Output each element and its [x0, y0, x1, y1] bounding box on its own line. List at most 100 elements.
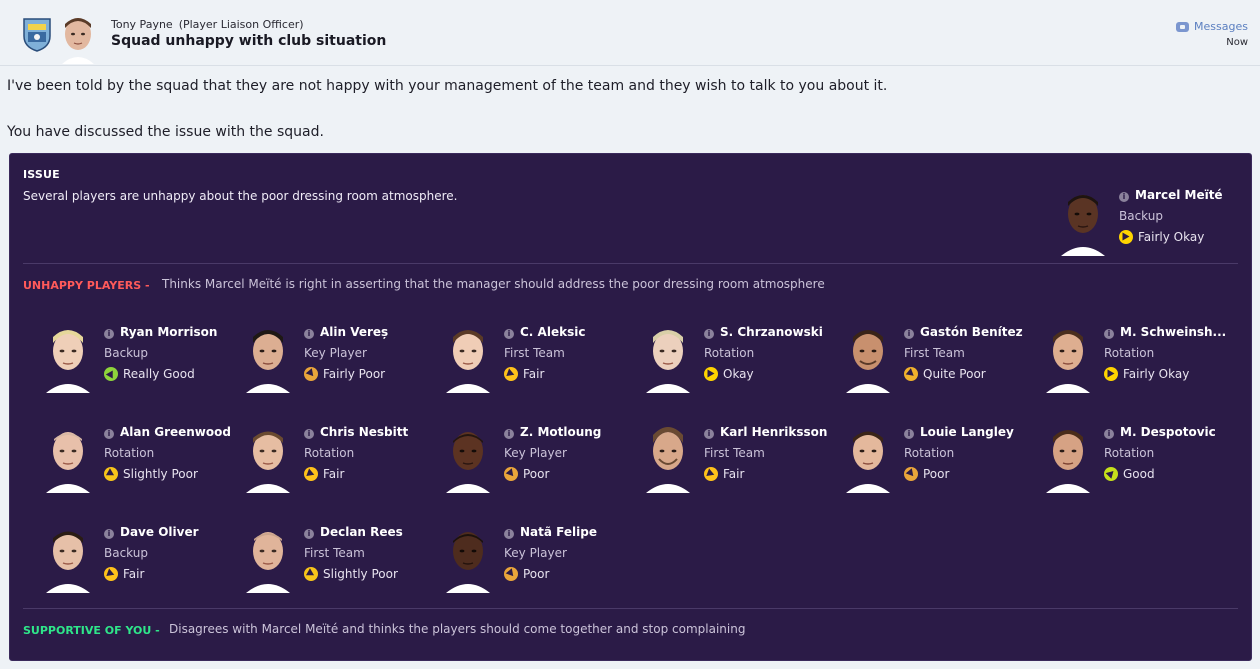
player-card[interactable]: i Declan Rees First Team Slightly Poor	[238, 521, 428, 593]
player-role: Rotation	[304, 446, 355, 460]
player-name[interactable]: Karl Henriksson	[720, 425, 827, 439]
player-info-icon[interactable]: i	[304, 329, 314, 339]
mood-icon	[104, 467, 118, 481]
player-card[interactable]: i C. Aleksic First Team Fair	[438, 321, 628, 393]
player-name[interactable]: Gastón Benítez	[920, 325, 1023, 339]
player-role: Backup	[104, 346, 148, 360]
issue-panel: ISSUE Several players are unhappy about …	[9, 153, 1252, 661]
player-info-icon[interactable]: i	[304, 429, 314, 439]
player-card[interactable]: i Dave Oliver Backup Fair	[38, 521, 228, 593]
player-face-icon[interactable]	[238, 321, 298, 393]
sender-name[interactable]: Tony Payne	[111, 18, 173, 31]
sender-face-icon[interactable]	[56, 12, 100, 64]
lead-player-card[interactable]: i Marcel Meïté Backup Fairly Okay	[1053, 184, 1243, 256]
player-name[interactable]: M. Schweinsh...	[1120, 325, 1226, 339]
mood-icon	[304, 567, 318, 581]
player-card[interactable]: i M. Schweinsh... Rotation Fairly Okay	[1038, 321, 1228, 393]
player-face-icon[interactable]	[1053, 184, 1113, 256]
player-mood: Poor	[904, 467, 949, 481]
mood-icon	[104, 567, 118, 581]
message-time: Now	[1226, 37, 1248, 48]
player-card[interactable]: i Gastón Benítez First Team Quite Poor	[838, 321, 1028, 393]
player-name[interactable]: Marcel Meïté	[1135, 188, 1223, 202]
player-info-icon[interactable]: i	[1104, 429, 1114, 439]
player-face-icon[interactable]	[438, 421, 498, 493]
player-card[interactable]: i Alan Greenwood Rotation Slightly Poor	[38, 421, 231, 493]
player-info-icon[interactable]: i	[104, 329, 114, 339]
player-card[interactable]: i Z. Motloung Key Player Poor	[438, 421, 628, 493]
messages-icon	[1176, 21, 1190, 32]
player-name[interactable]: Dave Oliver	[120, 525, 199, 539]
player-card[interactable]: i Natã Felipe Key Player Poor	[438, 521, 628, 593]
player-mood-label: Fair	[723, 467, 745, 481]
player-face-icon[interactable]	[838, 321, 898, 393]
player-face-icon[interactable]	[1038, 321, 1098, 393]
player-role: Key Player	[504, 546, 567, 560]
player-name[interactable]: S. Chrzanowski	[720, 325, 823, 339]
player-info-icon[interactable]: i	[504, 529, 514, 539]
player-face-icon[interactable]	[38, 321, 98, 393]
player-info-icon[interactable]: i	[504, 429, 514, 439]
player-info-icon[interactable]: i	[904, 329, 914, 339]
player-face-icon[interactable]	[238, 421, 298, 493]
player-card[interactable]: i Louie Langley Rotation Poor	[838, 421, 1028, 493]
player-face-icon[interactable]	[238, 521, 298, 593]
player-mood-label: Slightly Poor	[123, 467, 198, 481]
player-name[interactable]: Natã Felipe	[520, 525, 597, 539]
player-role: Rotation	[104, 446, 155, 460]
player-info-icon[interactable]: i	[704, 429, 714, 439]
player-mood: Good	[1104, 467, 1155, 481]
player-mood: Fair	[304, 467, 344, 481]
player-card[interactable]: i Chris Nesbitt Rotation Fair	[238, 421, 428, 493]
player-name[interactable]: C. Aleksic	[520, 325, 585, 339]
player-face-icon[interactable]	[438, 521, 498, 593]
player-mood-label: Poor	[523, 567, 550, 581]
club-crest-icon[interactable]	[22, 16, 52, 52]
message-body-line-2: You have discussed the issue with the sq…	[7, 124, 324, 140]
player-mood: Poor	[504, 467, 549, 481]
player-role: Rotation	[904, 446, 955, 460]
mood-icon	[504, 467, 518, 481]
player-card[interactable]: i Alin Vereș Key Player Fairly Poor	[238, 321, 428, 393]
player-face-icon[interactable]	[638, 321, 698, 393]
player-info-icon[interactable]: i	[104, 529, 114, 539]
messages-link[interactable]: Messages	[1176, 20, 1248, 33]
player-card[interactable]: i M. Despotovic Rotation Good	[1038, 421, 1228, 493]
player-card[interactable]: i Ryan Morrison Backup Really Good	[38, 321, 228, 393]
player-info-icon[interactable]: i	[1104, 329, 1114, 339]
player-info-icon[interactable]: i	[904, 429, 914, 439]
player-info-icon[interactable]: i	[504, 329, 514, 339]
player-name[interactable]: M. Despotovic	[1120, 425, 1216, 439]
player-info-icon[interactable]: i	[304, 529, 314, 539]
mood-icon	[1104, 467, 1118, 481]
player-mood-label: Good	[1123, 467, 1155, 481]
player-name[interactable]: Z. Motloung	[520, 425, 601, 439]
player-mood-label: Really Good	[123, 367, 195, 381]
player-name[interactable]: Louie Langley	[920, 425, 1014, 439]
player-face-icon[interactable]	[638, 421, 698, 493]
player-info-icon[interactable]: i	[1119, 192, 1129, 202]
player-name[interactable]: Chris Nesbitt	[320, 425, 408, 439]
player-name[interactable]: Ryan Morrison	[120, 325, 217, 339]
issue-description: Several players are unhappy about the po…	[23, 189, 458, 203]
player-card[interactable]: i Karl Henriksson First Team Fair	[638, 421, 828, 493]
player-face-icon[interactable]	[38, 521, 98, 593]
player-name[interactable]: Declan Rees	[320, 525, 403, 539]
player-role: First Team	[504, 346, 565, 360]
player-mood-label: Fairly Okay	[1138, 230, 1205, 244]
mood-icon	[704, 367, 718, 381]
player-info-icon[interactable]: i	[104, 429, 114, 439]
message-header: Tony Payne (Player Liaison Officer) Squad…	[0, 0, 1260, 66]
player-name[interactable]: Alin Vereș	[320, 325, 388, 339]
mood-icon	[1119, 230, 1133, 244]
player-role: Backup	[1119, 209, 1163, 223]
player-face-icon[interactable]	[438, 321, 498, 393]
player-mood-label: Fair	[523, 367, 545, 381]
player-face-icon[interactable]	[38, 421, 98, 493]
player-name[interactable]: Alan Greenwood	[120, 425, 231, 439]
player-info-icon[interactable]: i	[704, 329, 714, 339]
player-face-icon[interactable]	[1038, 421, 1098, 493]
player-card[interactable]: i S. Chrzanowski Rotation Okay	[638, 321, 828, 393]
player-face-icon[interactable]	[838, 421, 898, 493]
message-body-line-1: I've been told by the squad that they ar…	[7, 78, 888, 94]
